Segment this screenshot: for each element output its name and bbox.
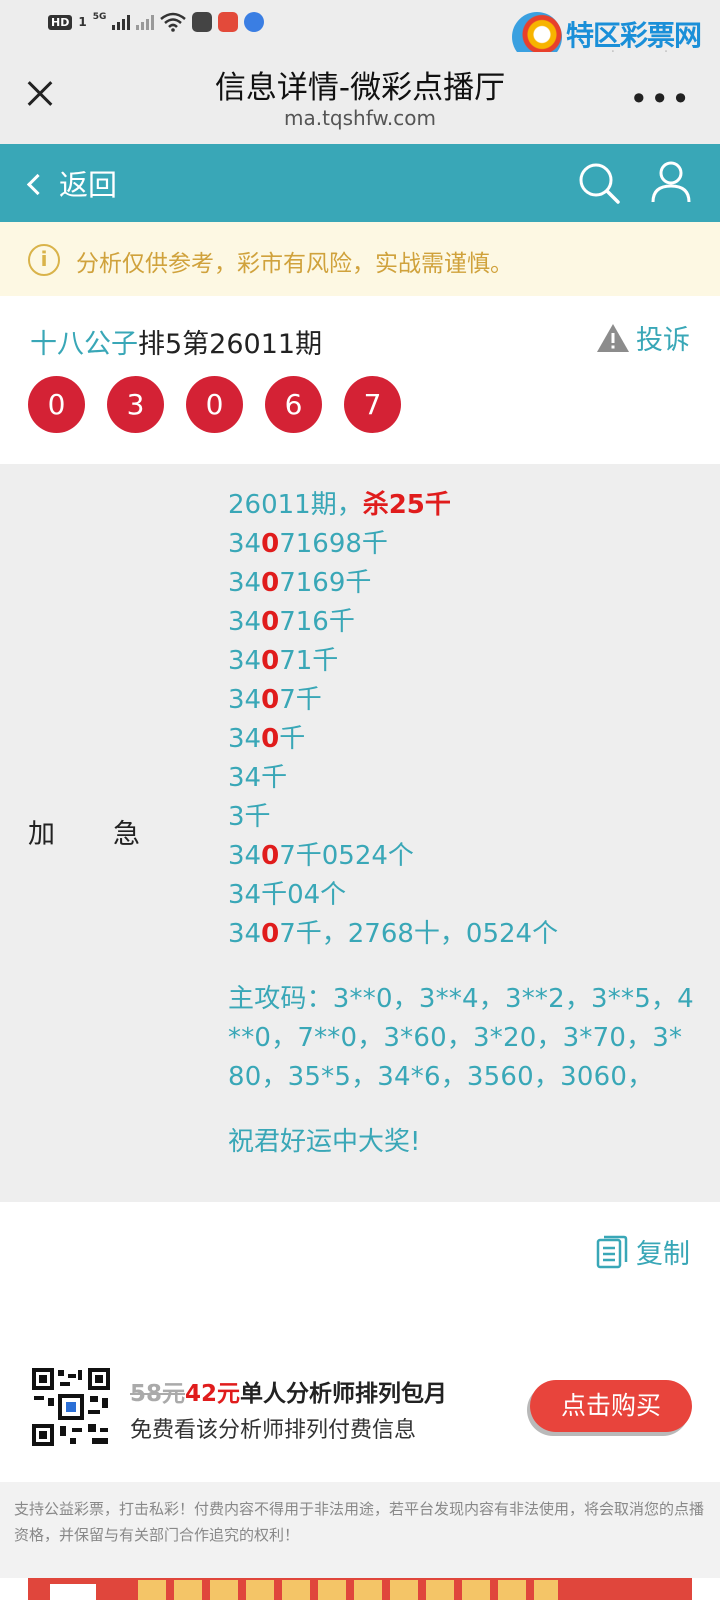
info-icon: i (28, 244, 60, 276)
warning-icon (597, 323, 629, 352)
back-button[interactable]: 返回 (26, 162, 118, 204)
ball: 3 (107, 376, 164, 433)
copy-icon (596, 1235, 628, 1268)
promo-product: 单人分析师排列包月 (240, 1381, 448, 1407)
issue-text: 排5第26011期 (138, 329, 323, 360)
banner-text-graphic (138, 1580, 558, 1600)
content-line: 3407169千 (228, 568, 372, 598)
ball: 0 (28, 376, 85, 433)
bottom-ad-banner[interactable] (28, 1578, 692, 1600)
label-char-2: 急 (113, 819, 140, 850)
content-line: 34千 (228, 763, 288, 793)
page-url: ma.tqshfw.com (283, 106, 436, 130)
content-line: 3千 (228, 802, 271, 832)
wifi-icon (160, 12, 187, 32)
content-line: 34千04个 (228, 880, 347, 910)
new-price: 42元 (185, 1381, 241, 1407)
subscription-promo: 58元42元单人分析师排列包月 免费看该分析师排列付费信息 点击购买 (0, 1350, 720, 1460)
status-icons: HD 1 5G (48, 12, 265, 32)
content-body: 26011期，杀25千 34071698千 3407169千 340716千 3… (228, 486, 698, 1162)
content-line: 3407千，2768十，0524个 (228, 919, 559, 949)
copy-label: 复制 (636, 1239, 690, 1270)
game-app-icon (218, 12, 239, 32)
nav-bar: 返回 (0, 144, 720, 222)
report-button[interactable]: 投诉 (596, 318, 690, 357)
content-line: 34071千 (228, 646, 339, 676)
qr-code-icon (32, 1368, 110, 1446)
message-app-icon (192, 12, 213, 32)
signal-2-icon (136, 14, 155, 30)
content-label: 加急 (28, 812, 140, 851)
result-balls: 0 3 0 6 7 (28, 376, 401, 433)
ball: 7 (344, 376, 401, 433)
copy-button[interactable]: 复制 (596, 1232, 690, 1271)
search-icon[interactable] (578, 162, 620, 204)
network-label: 5G (92, 12, 107, 22)
page-title: 信息详情-微彩点播厅 (214, 70, 506, 106)
risk-notice: i 分析仅供参考，彩市有风险，实战需谨慎。 (0, 222, 720, 296)
main-codes: 主攻码：3**0，3**4，3**2，3**5，4**0，7**0，3*60，3… (228, 984, 694, 1092)
music-app-icon (244, 12, 265, 32)
hd-badge: HD (48, 14, 73, 30)
content-line: 34071698千 (228, 529, 388, 559)
content-line: 3407千 (228, 685, 322, 715)
kill-text: 杀25千 (362, 490, 451, 520)
content-panel: 加急 26011期，杀25千 34071698千 3407169千 340716… (0, 464, 720, 1202)
promo-description: 免费看该分析师排列付费信息 (130, 1418, 417, 1443)
browser-titlebar: 信息详情-微彩点播厅 ma.tqshfw.com ••• (0, 52, 720, 144)
signal-icon (112, 14, 131, 30)
report-label: 投诉 (636, 325, 690, 356)
promo-title: 58元42元单人分析师排列包月 (130, 1374, 447, 1408)
content-line: 3407千0524个 (228, 841, 414, 871)
blessing-text: 祝君好运中大奖! (228, 1127, 421, 1157)
chevron-left-icon (26, 173, 49, 195)
post-heading: 十八公子排5第26011期 (30, 322, 322, 361)
more-menu-icon[interactable]: ••• (629, 80, 692, 118)
footer-disclaimer: 支持公益彩票，打击私彩！付费内容不得用于非法用途，若平台发现内容有非法使用，将会… (0, 1482, 720, 1578)
content-line: 340千 (228, 724, 306, 754)
label-char-1: 加 (28, 819, 55, 850)
sim-indicator: 1 (78, 15, 87, 29)
author-link[interactable]: 十八公子 (30, 329, 138, 360)
header-prefix: 26011期， (228, 490, 363, 520)
back-label: 返回 (59, 168, 118, 202)
content-header: 26011期，杀25千 (228, 486, 698, 525)
ball: 6 (265, 376, 322, 433)
buy-button[interactable]: 点击购买 (530, 1380, 692, 1432)
user-icon[interactable] (650, 160, 692, 204)
notice-text: 分析仅供参考，彩市有风险，实战需谨慎。 (76, 251, 513, 277)
ball: 0 (186, 376, 243, 433)
old-price: 58元 (130, 1381, 186, 1407)
disclaimer-text: 支持公益彩票，打击私彩！付费内容不得用于非法用途，若平台发现内容有非法使用，将会… (14, 1500, 705, 1544)
content-line: 340716千 (228, 607, 355, 637)
banner-qr-icon (50, 1584, 96, 1600)
